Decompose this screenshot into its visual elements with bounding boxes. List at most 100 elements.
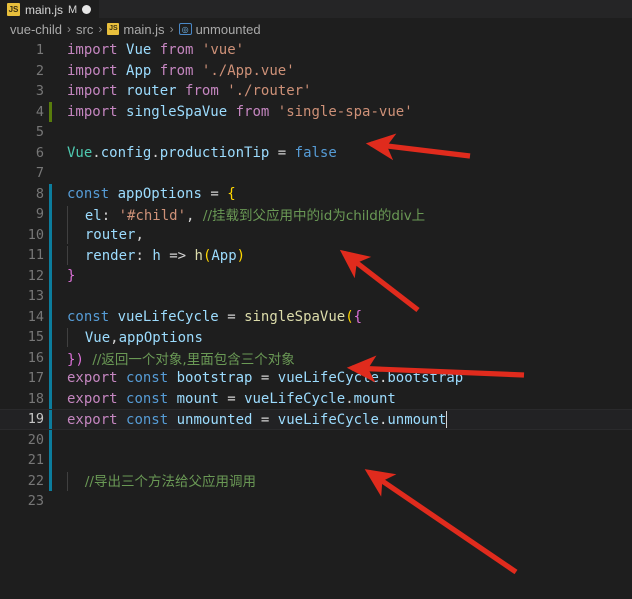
- gutter-change-marker: [44, 450, 57, 471]
- text-cursor: [446, 410, 448, 428]
- indent-guide: [67, 205, 68, 225]
- code-line-20[interactable]: 20: [0, 429, 632, 451]
- code-line-11[interactable]: 11 render: h => h(App): [0, 245, 632, 266]
- breadcrumb-item-src[interactable]: src: [76, 22, 93, 37]
- line-number: 13: [27, 288, 44, 305]
- code-line-13[interactable]: 13: [0, 286, 632, 307]
- breadcrumb-label: main.js: [123, 21, 165, 37]
- code-text[interactable]: }: [57, 268, 75, 284]
- code-text[interactable]: import router from './router': [57, 83, 311, 99]
- symbol-variable-icon: ◎: [178, 23, 192, 35]
- line-number: 2: [35, 62, 44, 79]
- code-line-16[interactable]: 16}) //返回一个对象,里面包含三个对象: [0, 347, 632, 369]
- gutter-change-marker: [44, 327, 57, 348]
- code-editor[interactable]: 1 import Vue from 'vue' 2 import App from '…: [0, 40, 632, 599]
- gutter-change-marker: [44, 40, 57, 61]
- gutter-change-marker: [44, 410, 57, 429]
- line-number: 19: [27, 411, 44, 428]
- line-number: 12: [27, 267, 44, 284]
- line-number: 6: [35, 144, 44, 161]
- code-line-1[interactable]: 1 import Vue from 'vue': [0, 40, 632, 61]
- line-number: 3: [35, 83, 44, 100]
- code-text[interactable]: export const unmounted = vueLifeCycle.un…: [57, 410, 448, 428]
- code-text[interactable]: router,: [57, 225, 144, 245]
- code-line-12[interactable]: 12}: [0, 265, 632, 287]
- code-line-6[interactable]: 6 Vue.config.productionTip = false: [0, 143, 632, 164]
- editor-tab-main-js[interactable]: JS main.js M: [0, 0, 100, 18]
- code-text[interactable]: Vue.config.productionTip = false: [57, 145, 337, 161]
- code-text[interactable]: export const mount = vueLifeCycle.mount: [57, 391, 396, 407]
- gutter-change-marker: [44, 183, 57, 205]
- line-number: 22: [27, 472, 44, 489]
- code-line-21[interactable]: 21: [0, 450, 632, 471]
- code-line-8[interactable]: 8 const appOptions = {: [0, 183, 632, 205]
- gutter-change-marker: [44, 491, 57, 512]
- line-number: 15: [27, 329, 44, 346]
- gutter-change-marker: [44, 61, 57, 82]
- code-line-9[interactable]: 9 el: '#child', //挂载到父应用中的id为child的div上: [0, 204, 632, 225]
- code-text[interactable]: import App from './App.vue': [57, 63, 295, 79]
- code-line-19[interactable]: 19 export const unmounted = vueLifeCycle.…: [0, 409, 632, 430]
- breadcrumb-label: src: [76, 21, 94, 37]
- breadcrumb-item-main-js[interactable]: JS main.js: [107, 21, 165, 37]
- gutter-change-marker: [44, 81, 57, 102]
- code-text[interactable]: render: h => h(App): [57, 245, 245, 265]
- editor-tab-bar: JS main.js M: [0, 0, 632, 18]
- gutter-change-marker: [44, 470, 57, 492]
- line-number: 8: [35, 185, 44, 202]
- code-line-2[interactable]: 2 import App from './App.vue': [0, 61, 632, 82]
- line-number: 20: [27, 431, 44, 448]
- code-line-5[interactable]: 5: [0, 122, 632, 143]
- code-text[interactable]: el: '#child', //挂载到父应用中的id为child的div上: [57, 204, 425, 225]
- code-text[interactable]: Vue,appOptions: [57, 327, 203, 347]
- code-text[interactable]: const vueLifeCycle = singleSpaVue({: [57, 309, 362, 325]
- line-number: 23: [27, 493, 44, 510]
- gutter-change-marker: [44, 347, 57, 369]
- code-line-4[interactable]: 4 import singleSpaVue from 'single-spa-vu…: [0, 101, 632, 123]
- code-line-23[interactable]: 23: [0, 491, 632, 512]
- code-text[interactable]: //导出三个方法给父应用调用: [57, 470, 256, 492]
- line-number: 9: [35, 206, 44, 223]
- gutter-change-marker: [44, 429, 57, 451]
- gutter-change-marker: [44, 122, 57, 143]
- tab-dirty-indicator[interactable]: [82, 5, 92, 14]
- code-text[interactable]: import Vue from 'vue': [57, 42, 244, 58]
- gutter-change-marker: [44, 388, 57, 410]
- indent-guide: [67, 225, 68, 245]
- line-number: 21: [27, 452, 44, 469]
- breadcrumb-separator-icon: ›: [169, 22, 174, 36]
- gutter-change-marker: [44, 265, 57, 287]
- gutter-change-marker: [44, 245, 57, 266]
- line-number: 1: [35, 42, 44, 59]
- code-text[interactable]: const appOptions = {: [57, 186, 236, 202]
- gutter-change-marker: [44, 286, 57, 307]
- gutter-change-marker: [44, 163, 57, 184]
- code-line-22[interactable]: 22 //导出三个方法给父应用调用: [0, 470, 632, 492]
- code-text[interactable]: }) //返回一个对象,里面包含三个对象: [57, 348, 295, 368]
- breadcrumb-label: unmounted: [195, 21, 261, 37]
- indent-guide: [67, 472, 68, 492]
- breadcrumb-item-vue-child[interactable]: vue-child: [10, 22, 62, 37]
- line-number: 17: [27, 370, 44, 387]
- code-line-3[interactable]: 3 import router from './router': [0, 81, 632, 102]
- code-line-10[interactable]: 10 router,: [0, 224, 632, 246]
- breadcrumb-item-unmounted[interactable]: ◎ unmounted: [178, 21, 261, 37]
- code-line-15[interactable]: 15 Vue,appOptions: [0, 327, 632, 348]
- line-number: 18: [27, 390, 44, 407]
- code-line-18[interactable]: 18 export const mount = vueLifeCycle.moun…: [0, 388, 632, 410]
- indent-guide: [67, 327, 68, 347]
- tab-filename: main.js: [25, 2, 64, 17]
- gutter-change-marker: [44, 306, 57, 328]
- js-file-icon: JS: [7, 3, 20, 16]
- breadcrumb-separator-icon: ›: [67, 22, 72, 36]
- code-text[interactable]: export const bootstrap = vueLifeCycle.bo…: [57, 370, 463, 386]
- code-text[interactable]: import singleSpaVue from 'single-spa-vue…: [57, 104, 413, 120]
- code-line-17[interactable]: 17 export const bootstrap = vueLifeCycle.…: [0, 368, 632, 389]
- gutter-change-marker: [44, 368, 57, 389]
- code-line-14[interactable]: 14 const vueLifeCycle = singleSpaVue({: [0, 306, 632, 328]
- line-number: 11: [27, 247, 44, 264]
- breadcrumb-label: vue-child: [10, 21, 63, 37]
- code-line-7[interactable]: 7: [0, 163, 632, 184]
- gutter-change-marker: [44, 224, 57, 246]
- line-number: 7: [35, 165, 44, 182]
